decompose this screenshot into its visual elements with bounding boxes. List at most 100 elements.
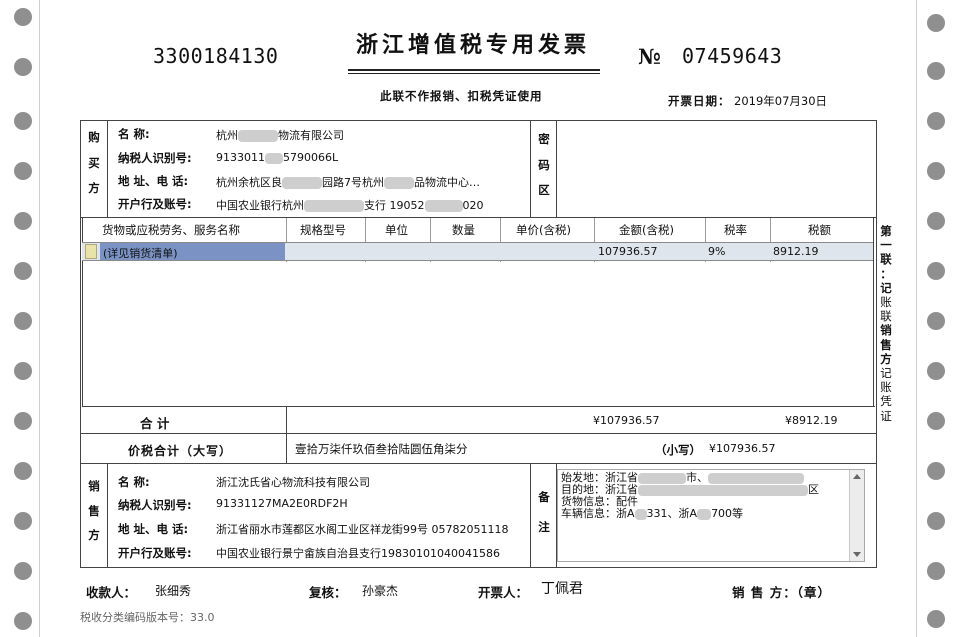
seller-name: 浙江沈氏省心物流科技有限公司 bbox=[216, 476, 370, 489]
perforation-hole bbox=[927, 14, 945, 32]
perforation-hole bbox=[14, 212, 32, 230]
cipher-area-label: 密 码 区 bbox=[537, 132, 551, 197]
redaction-blur bbox=[697, 508, 712, 520]
redaction-blur bbox=[384, 177, 414, 189]
remarks-label-char: 备 bbox=[538, 490, 550, 504]
payee-label: 收款人： bbox=[86, 585, 137, 600]
invoice-number: 07459643 bbox=[682, 44, 783, 68]
perforation-hole bbox=[927, 412, 945, 430]
remarks-vehicles-suffix: 700等 bbox=[711, 507, 744, 520]
perforation-hole bbox=[927, 262, 945, 280]
seller-address-label: 地 址、电 话: bbox=[118, 522, 189, 536]
item-tax-amount: 8912.19 bbox=[773, 245, 819, 258]
buyer-address-suffix: 品物流中心… bbox=[414, 176, 480, 189]
invoice-code: 3300184130 bbox=[153, 44, 279, 68]
perforation-hole bbox=[14, 312, 32, 330]
grand-total-words: 壹拾万柒仟玖佰叁拾陆圆伍角柒分 bbox=[295, 442, 468, 456]
cipher-label-char: 区 bbox=[538, 183, 550, 197]
buyer-bank-prefix: 中国农业银行杭州 bbox=[216, 199, 304, 212]
perforation-hole bbox=[14, 512, 32, 530]
perforation-hole bbox=[927, 562, 945, 580]
seller-name-label: 名 称: bbox=[118, 475, 150, 489]
drawer-label: 开票人： bbox=[478, 585, 529, 600]
remarks-vehicles: 车辆信息：浙A 331、浙A 700等 bbox=[561, 508, 743, 520]
buyer-name-label: 名 称: bbox=[118, 127, 150, 141]
copy-char: 联 bbox=[880, 309, 892, 324]
scroll-up-arrow-icon[interactable] bbox=[853, 474, 861, 479]
left-perforation-strip bbox=[0, 0, 40, 637]
header-unit: 单位 bbox=[385, 223, 408, 237]
copy-char: 方 bbox=[880, 351, 892, 366]
cipher-label-char: 码 bbox=[538, 157, 550, 172]
perforation-hole bbox=[14, 262, 32, 280]
grid-line bbox=[80, 463, 877, 464]
buyer-tax-id: 9133011 5790066L bbox=[216, 151, 338, 164]
redaction-blur bbox=[424, 200, 463, 212]
remarks-origin: 始发地：浙江省 市、 bbox=[561, 472, 804, 484]
redaction-blur bbox=[634, 508, 647, 520]
perforation-hole bbox=[14, 362, 32, 380]
perforation-hole bbox=[14, 612, 32, 630]
redaction-blur bbox=[708, 472, 804, 484]
buyer-label-char: 方 bbox=[88, 181, 100, 195]
seller-section-label: 销 售 方 bbox=[87, 479, 101, 542]
redaction-blur bbox=[238, 130, 278, 142]
total-tax: ¥8912.19 bbox=[785, 414, 838, 427]
grand-total-label: 价税合计（大写） bbox=[128, 444, 233, 458]
remarks-scrollbar[interactable] bbox=[849, 470, 864, 561]
buyer-label-char: 购 bbox=[88, 130, 100, 144]
buyer-tax-id-label: 纳税人识别号: bbox=[118, 151, 192, 165]
remarks-destination-suffix: 区 bbox=[808, 483, 819, 496]
buyer-name-visible: 杭州 bbox=[216, 129, 238, 142]
seller-bank: 中国农业银行景宁畲族自治县支行19830101040041586 bbox=[216, 547, 500, 560]
buyer-bank: 中国农业银行杭州 支行 19052 020 bbox=[216, 197, 484, 213]
header-quantity: 数量 bbox=[452, 223, 475, 237]
grid-line bbox=[530, 463, 531, 568]
total-label: 合 计 bbox=[140, 416, 170, 431]
right-perforation-strip bbox=[916, 0, 956, 637]
copy-char: 售 bbox=[880, 337, 892, 352]
redaction-blur bbox=[282, 177, 322, 189]
buyer-address: 杭州余杭区良 园路7号杭州 品物流中心… bbox=[216, 174, 480, 190]
perforation-hole bbox=[927, 112, 945, 130]
perforation-hole bbox=[927, 212, 945, 230]
remarks-goods: 货物信息：配件 bbox=[561, 495, 638, 508]
invoice-title: 浙江增值税专用发票 bbox=[356, 32, 591, 58]
perforation-hole bbox=[927, 312, 945, 330]
perforation-hole bbox=[927, 462, 945, 480]
grand-total-amount: ¥107936.57 bbox=[709, 442, 776, 455]
copy-char: 记 bbox=[880, 366, 892, 381]
buyer-bank-label: 开户行及账号: bbox=[118, 197, 192, 211]
copy-char: 凭 bbox=[880, 394, 892, 409]
seller-label-char: 销 bbox=[88, 479, 100, 493]
scroll-down-arrow-icon[interactable] bbox=[853, 552, 861, 557]
seller-label-char: 方 bbox=[88, 528, 100, 542]
seller-tax-id: 91331127MA2E0RDF2H bbox=[216, 497, 348, 510]
item-amount: 107936.57 bbox=[598, 245, 658, 258]
buyer-label-char: 买 bbox=[88, 155, 100, 170]
copy-char: 联 bbox=[880, 252, 892, 267]
issue-date: 2019年07月30日 bbox=[734, 94, 828, 108]
copy-char: 第 bbox=[880, 224, 892, 238]
item-name[interactable]: (详见销货清单) bbox=[103, 245, 178, 261]
perforation-hole bbox=[927, 512, 945, 530]
total-amount: ¥107936.57 bbox=[593, 414, 660, 427]
grid-line bbox=[107, 120, 108, 217]
buyer-address-mid: 园路7号杭州 bbox=[322, 176, 384, 189]
copy-char: 销 bbox=[880, 323, 892, 338]
remarks-destination: 目的地：浙江省区 bbox=[561, 484, 819, 496]
cipher-label-char: 密 bbox=[538, 132, 550, 146]
row-selector-marker[interactable] bbox=[85, 244, 97, 259]
number-symbol: № bbox=[638, 44, 661, 69]
perforation-hole bbox=[927, 162, 945, 180]
buyer-tax-id-prefix: 9133011 bbox=[216, 151, 265, 164]
remarks-label-char: 注 bbox=[538, 519, 550, 534]
perforation-hole bbox=[14, 112, 32, 130]
grid-line bbox=[80, 217, 877, 218]
perforation-hole bbox=[927, 610, 945, 628]
grid-line bbox=[107, 463, 108, 568]
title-underline-thin bbox=[348, 73, 600, 74]
grid-line bbox=[286, 406, 287, 463]
seller-address: 浙江省丽水市莲都区水阁工业区祥龙街99号 05782051118 bbox=[216, 523, 509, 536]
perforation-hole bbox=[14, 562, 32, 580]
